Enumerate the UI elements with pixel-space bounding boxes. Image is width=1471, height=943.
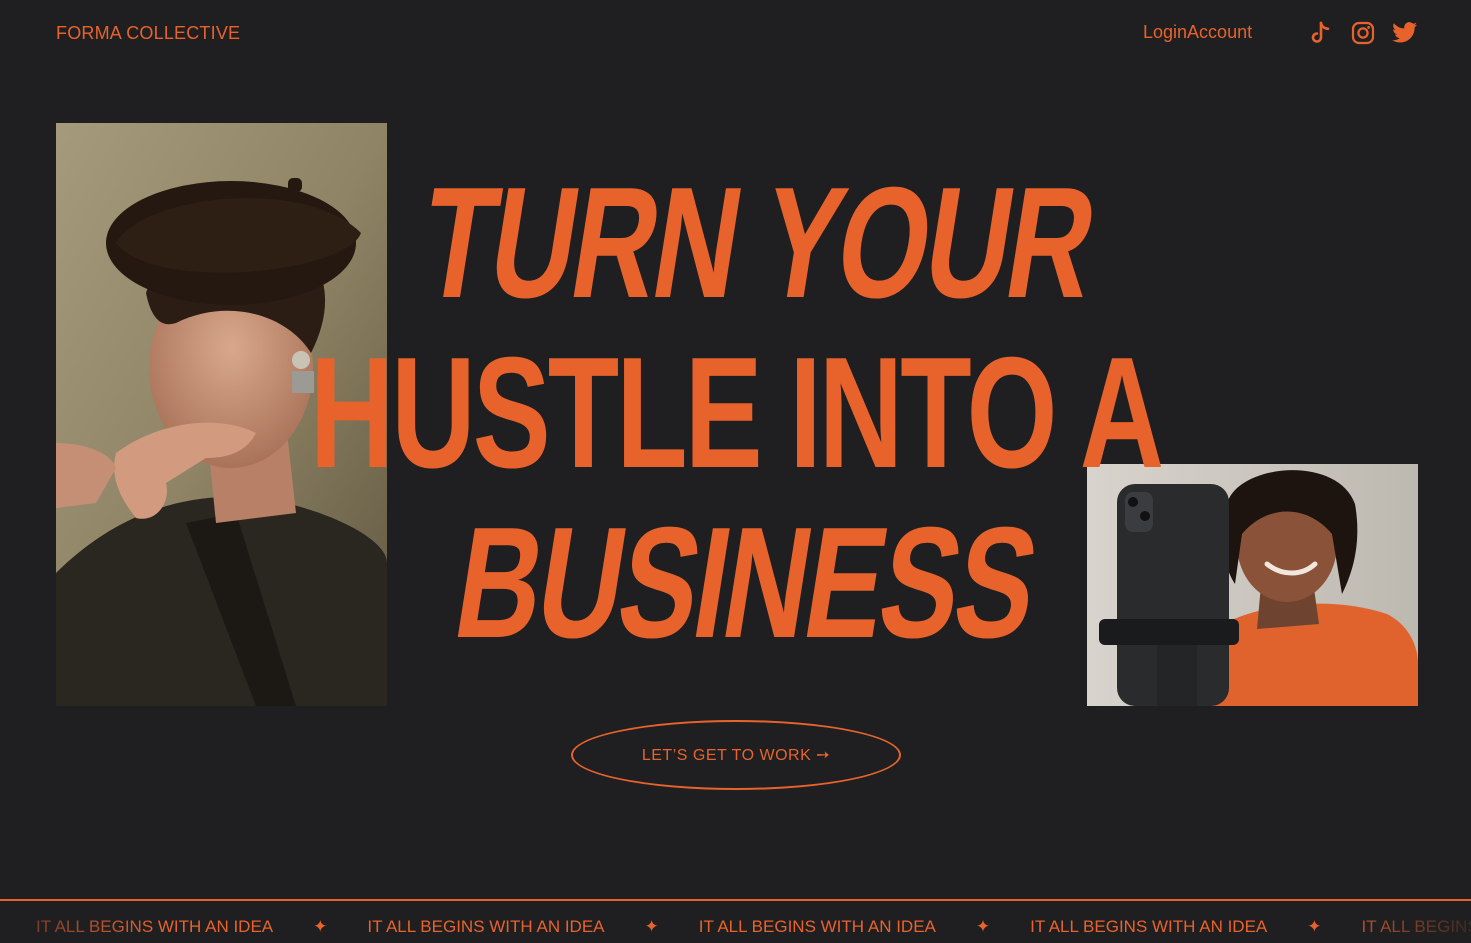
star-separator-icon: ✦ — [1307, 917, 1322, 936]
headline-line-3: BUSINESS — [444, 495, 1047, 671]
headline-line-2: HUSTLE INTO A — [309, 325, 1164, 501]
account-link[interactable]: Account — [1187, 22, 1252, 43]
ticker-item: IT ALL BEGINS WITH AN IDEA — [36, 917, 274, 936]
brand-logo[interactable]: FORMA COLLECTIVE — [56, 23, 240, 44]
ticker-item: IT ALL BEGINS WITH AN IDEA — [698, 917, 936, 936]
marquee-ticker: IT ALL BEGINS WITH AN IDEA ✦ IT ALL BEGI… — [0, 899, 1471, 943]
cta-button[interactable]: LET’S GET TO WORK ➙ — [571, 720, 901, 790]
star-separator-icon: ✦ — [975, 917, 991, 936]
hero-headline: TURN YOUR HUSTLE INTO A BUSINESS — [0, 155, 1471, 671]
login-link[interactable]: Login — [1143, 22, 1187, 43]
ticker-item: IT ALL BEGINS WITH AN IDEA — [1361, 917, 1471, 936]
star-separator-icon: ✦ — [644, 917, 659, 936]
social-links — [1308, 20, 1418, 46]
nav-links: Login Account — [1143, 22, 1252, 43]
star-separator-icon: ✦ — [313, 917, 328, 936]
twitter-icon[interactable] — [1392, 20, 1418, 46]
tiktok-icon[interactable] — [1308, 20, 1334, 46]
ticker-item: IT ALL BEGINS WITH AN IDEA — [1030, 917, 1268, 936]
ticker-item: IT ALL BEGINS WITH AN IDEA — [367, 917, 605, 936]
ticker-track: IT ALL BEGINS WITH AN IDEA ✦ IT ALL BEGI… — [36, 917, 1471, 937]
headline-line-1: TURN YOUR — [410, 155, 1105, 331]
instagram-icon[interactable] — [1350, 20, 1376, 46]
